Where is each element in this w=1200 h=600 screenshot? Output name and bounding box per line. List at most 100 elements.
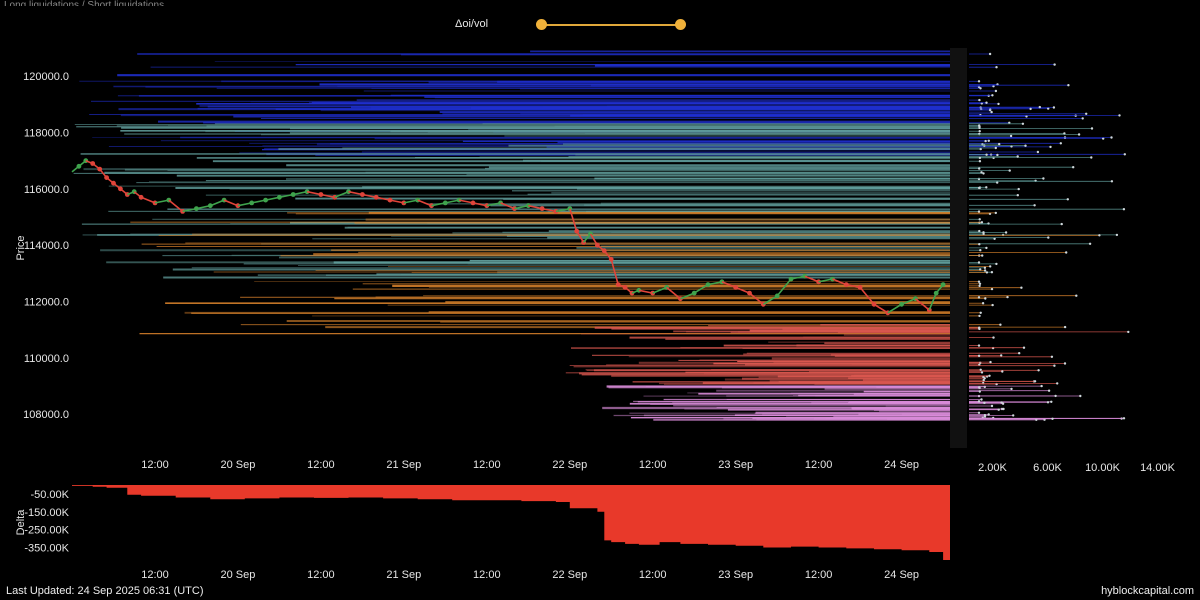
liquidation-profile-dot [989, 265, 992, 268]
liquidation-profile-dot [1008, 169, 1011, 172]
liquidation-profile-dot [1050, 355, 1054, 358]
liquidation-profile-dot [1088, 242, 1092, 245]
profile-separator [950, 48, 967, 448]
liquidation-profile-dot [1004, 231, 1008, 234]
liquidation-profile-dot [1077, 133, 1081, 136]
liquidation-profile-dot [1056, 382, 1059, 385]
liquidation-profile-dot [985, 186, 988, 189]
price-x-tick-label: 23 Sep [718, 459, 753, 471]
liquidation-profile-dot [994, 211, 997, 215]
liquidation-profile-dot [990, 110, 993, 114]
liquidation-profile-dot [1016, 194, 1019, 197]
liquidation-profile-dot [978, 282, 982, 285]
liquidation-profile-dot [978, 167, 981, 170]
delta-area [72, 485, 950, 560]
liquidation-profile-dot [978, 186, 981, 190]
price-x-tick-label: 12:00 [141, 459, 169, 471]
liquidation-profile-dot [1122, 208, 1126, 211]
liquidation-profile-dot [1010, 387, 1013, 391]
liquidation-profile-dot [1052, 106, 1056, 109]
price-x-tick-label: 12:00 [473, 459, 501, 471]
liquidation-profile-dot [1079, 394, 1082, 398]
liquidation-profile-dot [1098, 234, 1101, 237]
liquidation-profile-dot [1000, 354, 1003, 357]
liquidation-profile-dot [977, 344, 981, 347]
liquidation-profile-dot [979, 87, 982, 90]
price-x-tick-label: 22 Sep [552, 459, 587, 471]
liquidation-profile-dot [998, 142, 1001, 146]
price-x-tick-label: 12:00 [307, 459, 335, 471]
liquidation-profile-dot [1065, 251, 1068, 254]
liquidation-profile-dot [978, 218, 981, 221]
price-y-tick-label: 118000.0 [24, 128, 69, 140]
liquidation-profile-dot [985, 153, 988, 156]
liquidation-profile-dot [1127, 330, 1130, 334]
delta-x-tick-label: 22 Sep [552, 569, 587, 581]
liquidation-profile-dot [978, 314, 981, 318]
liquidation-profile-dot [1051, 417, 1054, 420]
liquidation-profile-dot [1063, 325, 1067, 329]
liquidation-profile-dot [985, 246, 988, 250]
liquidation-profile-dot [1059, 142, 1063, 145]
liquidation-profile-dot [977, 280, 981, 283]
liquidation-profile-dot [980, 371, 984, 374]
liquidation-profile-dot [1123, 153, 1127, 156]
price-y-tick-label: 120000.0 [23, 71, 69, 83]
liquidation-profile-dot [979, 368, 982, 371]
delta-x-tick-label: 12:00 [473, 569, 501, 581]
liquidation-profile-dot [990, 404, 994, 408]
delta-panel [72, 485, 950, 560]
liquidation-profile-dot [992, 336, 995, 339]
liquidation-profile-dot [1037, 369, 1040, 372]
liquidation-profile-dot [1024, 144, 1027, 147]
liquidation-profile-dot [987, 139, 990, 142]
liquidation-profile-dot [1036, 150, 1040, 154]
liquidation-profile-dot [985, 271, 989, 274]
liquidation-profile-dot [1047, 389, 1051, 392]
delta-x-tick-label: 12:00 [805, 569, 833, 581]
delta-y-tick-label: -50.00K [30, 489, 69, 501]
price-y-tick-label: 116000.0 [24, 184, 69, 196]
liquidation-profile-dot [1067, 84, 1070, 87]
price-x-tick-label: 20 Sep [220, 459, 255, 471]
liquidation-profile-dot [1081, 117, 1084, 120]
liquidation-profile-dot [996, 153, 999, 157]
liquidation-profile-dot [978, 160, 982, 163]
brand-link[interactable]: hyblockcapital.com [1101, 585, 1194, 597]
profile-x-tick-label: 2.00K [978, 462, 1007, 474]
liquidation-profile-dot [977, 400, 981, 403]
liquidation-profile-dot [978, 326, 981, 329]
last-updated-text: Last Updated: 24 Sep 2025 06:31 (UTC) [6, 585, 204, 597]
liquidation-profile-dot [978, 130, 981, 133]
liquidation-profile-dot [981, 254, 984, 257]
liquidation-profile-dot [1029, 107, 1032, 111]
liquidation-profile-dot [1110, 136, 1113, 139]
liquidation-profile-dot [1085, 112, 1088, 116]
liquidation-profile-dot [1001, 370, 1004, 373]
liquidation-profile-dot [977, 261, 981, 264]
liquidation-profile-dot [1033, 204, 1036, 207]
profile-x-tick-label: 10.00K [1085, 462, 1121, 474]
liquidation-profile-dot [1018, 352, 1021, 355]
liquidation-profile-dot [995, 262, 998, 266]
liquidation-profile-dot [985, 101, 988, 104]
delta-x-tick-label: 24 Sep [884, 569, 919, 581]
price-x-tick-label: 12:00 [805, 459, 833, 471]
delta-x-tick-label: 12:00 [639, 569, 667, 581]
liquidation-profile-dot [1053, 364, 1056, 367]
delta-y-axis-title: Delta [15, 509, 27, 536]
liquidation-profile-dot [988, 374, 991, 377]
delta-x-tick-label: 23 Sep [718, 569, 753, 581]
liquidation-profile-dot [1046, 401, 1050, 404]
liquidation-profile-dot [978, 390, 981, 393]
liquidation-profile-dot [978, 126, 981, 130]
liquidation-profile-dot [1066, 198, 1070, 201]
liquidation-profile-dot [1042, 177, 1045, 180]
liquidation-profile-dot [977, 80, 981, 83]
liquidation-profile-dot [978, 98, 981, 102]
liquidation-profile-dot [1020, 286, 1023, 289]
price-point [940, 282, 946, 287]
liquidation-profile-dot [1054, 394, 1057, 398]
liquidation-level-bands [73, 50, 950, 421]
liquidation-profile-dot [977, 210, 981, 213]
